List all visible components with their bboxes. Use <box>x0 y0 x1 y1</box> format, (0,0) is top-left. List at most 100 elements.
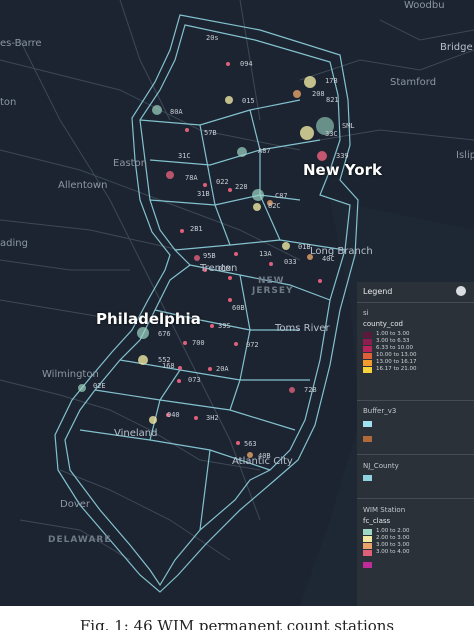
station-label: 228 <box>235 183 248 191</box>
legend-wim-swatch <box>363 535 372 542</box>
legend-wim-row: 3.00 to 3.00 <box>363 542 470 549</box>
label-philadelphia: Philadelphia <box>96 310 201 328</box>
label-jersey: JERSEY <box>252 286 294 296</box>
station-label: 3H2 <box>206 414 219 422</box>
station-label: 39S <box>218 322 231 330</box>
station-label: 040 <box>167 411 180 419</box>
legend-wim-label: 3.00 to 3.00 <box>376 542 410 548</box>
legend-si-row: 13.00 to 16.17 <box>363 359 470 366</box>
legend-buffer-title: Buffer_v3 <box>363 407 397 415</box>
station-label: 80A <box>170 108 183 116</box>
legend-divider <box>357 400 474 401</box>
legend-header: Legend <box>357 282 474 303</box>
legend-county-swatch <box>363 475 470 483</box>
legend-divider <box>357 498 474 499</box>
label-wilkes-barre: es-Barre <box>0 38 42 49</box>
legend-title: Legend <box>363 287 393 296</box>
legend-wim-field: fc_class <box>363 517 391 525</box>
station-label: A87 <box>258 147 271 155</box>
station-label: C87 <box>275 192 288 200</box>
label-reading: ading <box>0 238 28 249</box>
station-label: 31B <box>197 190 210 198</box>
label-stamford: Stamford <box>390 77 437 88</box>
label-wilmington: Wilmington <box>42 369 99 380</box>
station-label: 01B <box>298 243 311 251</box>
station-label: 563 <box>244 440 257 448</box>
station-label: 72B <box>304 386 317 394</box>
legend-wim-label: 1.00 to 2.00 <box>376 528 410 534</box>
legend-wim-extra-swatch <box>363 562 470 570</box>
globe-icon[interactable] <box>456 286 466 296</box>
legend-wim-swatch <box>363 549 372 556</box>
legend-si-label: 3.00 to 6.33 <box>376 338 410 344</box>
station-label: 40B <box>258 452 271 460</box>
station-label: 31C <box>178 152 191 160</box>
station-label: 02E <box>93 382 106 390</box>
legend-si-section: si county_cod 1.00 to 3.00 3.00 to 6.33 6.… <box>363 309 470 373</box>
legend-wim-row: 1.00 to 2.00 <box>363 528 470 535</box>
legend-si-label: 1.00 to 3.00 <box>376 331 410 337</box>
station-label: SML <box>342 122 355 130</box>
label-toms-river: Toms River <box>275 323 330 334</box>
label-dover: Dover <box>60 499 90 510</box>
label-woodbury: Woodbu <box>404 0 445 11</box>
station-label: 676 <box>158 330 171 338</box>
label-vineland: Vineland <box>114 428 158 439</box>
legend-si-row: 1.00 to 3.00 <box>363 331 470 338</box>
label-scranton: ton <box>0 97 17 108</box>
label-delaware: DELAWARE <box>48 535 112 545</box>
legend-si-row: 16.17 to 21.00 <box>363 366 470 373</box>
legend-si-label: 16.17 to 21.00 <box>376 366 417 372</box>
legend-si-swatch <box>363 366 372 373</box>
station-label: 094 <box>240 60 253 68</box>
legend-si-swatch <box>363 338 372 345</box>
legend-si-field: county_cod <box>363 320 403 328</box>
station-label: 022 <box>216 178 229 186</box>
legend-si-row: 10.00 to 13.00 <box>363 352 470 359</box>
legend-wim-label: 3.00 to 4.00 <box>376 549 410 555</box>
map-view[interactable]: es-Barre ton ading Allentown Easton New … <box>0 0 474 606</box>
legend-si-row: 6.33 to 10.00 <box>363 345 470 352</box>
legend-county-title: NJ_County <box>363 462 399 470</box>
station-label: 168 <box>162 362 175 370</box>
legend-wim-label: 2.00 to 3.00 <box>376 535 410 541</box>
station-label: 20A <box>216 365 229 373</box>
legend-buffer-swatch-1 <box>363 421 470 429</box>
station-label: 073 <box>188 376 201 384</box>
label-new: NEW <box>258 276 285 286</box>
station-label: 95B <box>203 252 216 260</box>
station-label: 01M <box>218 265 231 273</box>
legend-si-title: si <box>363 309 369 317</box>
legend-divider <box>357 454 474 455</box>
station-label: 339 <box>336 152 349 160</box>
station-label: 208 <box>312 90 325 98</box>
label-easton: Easton <box>113 158 148 169</box>
legend-si-label: 13.00 to 16.17 <box>376 359 417 365</box>
legend-panel: Legend si county_cod 1.00 to 3.00 3.00 to… <box>357 282 474 606</box>
station-label: 821 <box>326 96 339 104</box>
station-label: 82C <box>268 202 281 210</box>
legend-wim-row: 3.00 to 4.00 <box>363 549 470 556</box>
legend-si-swatch <box>363 331 372 338</box>
station-label: 13A <box>259 250 272 258</box>
label-new-york: New York <box>303 161 382 179</box>
legend-si-swatch <box>363 352 372 359</box>
station-label: 33C <box>325 130 338 138</box>
station-label: 072 <box>246 341 259 349</box>
station-label: 700 <box>192 339 205 347</box>
legend-buffer-section: Buffer_v3 <box>363 407 470 444</box>
legend-si-row: 3.00 to 6.33 <box>363 338 470 345</box>
station-label: 57B <box>204 129 217 137</box>
legend-county-section: NJ_County <box>363 462 470 483</box>
station-label: 78A <box>185 174 198 182</box>
station-label: 20s <box>206 34 219 42</box>
station-label: 033 <box>284 258 297 266</box>
legend-wim-title: WIM Station <box>363 506 406 514</box>
station-label: 60B <box>232 304 245 312</box>
legend-wim-swatch <box>363 528 372 535</box>
label-islip: Islip <box>456 150 474 161</box>
label-allentown: Allentown <box>58 180 108 191</box>
legend-wim-swatch <box>363 542 372 549</box>
legend-buffer-swatch-2 <box>363 436 470 444</box>
station-label: 40C <box>322 255 335 263</box>
